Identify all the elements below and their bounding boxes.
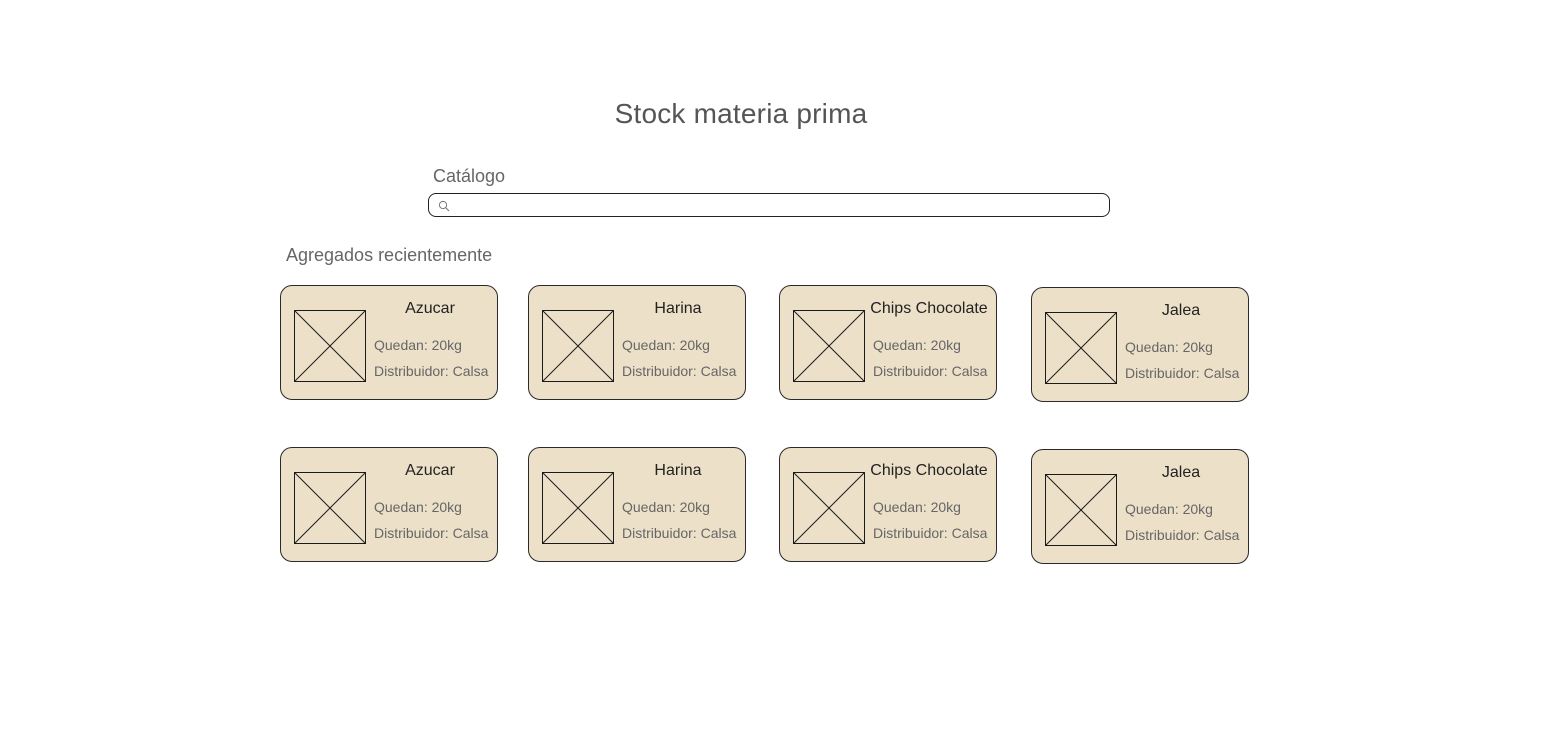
product-distributor: Distribuidor: Calsa (374, 363, 489, 379)
product-card[interactable]: Chips Chocolate Quedan: 20kg Distribuido… (779, 447, 997, 562)
page-title: Stock materia prima (614, 98, 868, 129)
product-card[interactable]: Jalea Quedan: 20kg Distribuidor: Calsa (1031, 449, 1249, 564)
product-name: Harina (654, 300, 702, 317)
page: Stock materia prima Catálogo Agregados r… (0, 0, 1546, 743)
product-quantity: Quedan: 20kg (622, 337, 710, 353)
product-name: Chips Chocolate (870, 462, 988, 479)
product-card[interactable]: Jalea Quedan: 20kg Distribuidor: Calsa (1031, 287, 1249, 402)
product-card[interactable]: Chips Chocolate Quedan: 20kg Distribuido… (779, 285, 997, 400)
product-quantity: Quedan: 20kg (622, 499, 710, 515)
image-placeholder-icon (1045, 474, 1117, 546)
image-placeholder-icon (1045, 312, 1117, 384)
search-input[interactable] (455, 196, 1095, 214)
product-distributor: Distribuidor: Calsa (873, 363, 988, 379)
product-name: Azucar (405, 300, 455, 317)
image-placeholder-icon (294, 472, 366, 544)
product-card[interactable]: Harina Quedan: 20kg Distribuidor: Calsa (528, 285, 746, 400)
product-name: Azucar (405, 462, 455, 479)
product-quantity: Quedan: 20kg (1125, 339, 1213, 355)
product-card[interactable]: Azucar Quedan: 20kg Distribuidor: Calsa (280, 285, 498, 400)
product-card[interactable]: Harina Quedan: 20kg Distribuidor: Calsa (528, 447, 746, 562)
product-quantity: Quedan: 20kg (1125, 501, 1213, 517)
search-icon (438, 200, 450, 212)
product-card[interactable]: Azucar Quedan: 20kg Distribuidor: Calsa (280, 447, 498, 562)
product-quantity: Quedan: 20kg (374, 499, 462, 515)
product-distributor: Distribuidor: Calsa (374, 525, 489, 541)
product-distributor: Distribuidor: Calsa (622, 363, 737, 379)
product-distributor: Distribuidor: Calsa (622, 525, 737, 541)
product-distributor: Distribuidor: Calsa (1125, 527, 1240, 543)
image-placeholder-icon (542, 310, 614, 382)
product-name: Jalea (1161, 464, 1201, 481)
product-quantity: Quedan: 20kg (873, 499, 961, 515)
product-quantity: Quedan: 20kg (873, 337, 961, 353)
catalog-label: Catálogo (433, 166, 506, 186)
product-name: Chips Chocolate (870, 300, 988, 317)
search-box[interactable] (428, 193, 1110, 217)
image-placeholder-icon (793, 310, 865, 382)
product-distributor: Distribuidor: Calsa (873, 525, 988, 541)
image-placeholder-icon (793, 472, 865, 544)
product-name: Harina (654, 462, 702, 479)
product-distributor: Distribuidor: Calsa (1125, 365, 1240, 381)
product-name: Jalea (1161, 302, 1201, 319)
image-placeholder-icon (542, 472, 614, 544)
product-quantity: Quedan: 20kg (374, 337, 462, 353)
recently-added-label: Agregados recientemente (286, 245, 493, 265)
image-placeholder-icon (294, 310, 366, 382)
